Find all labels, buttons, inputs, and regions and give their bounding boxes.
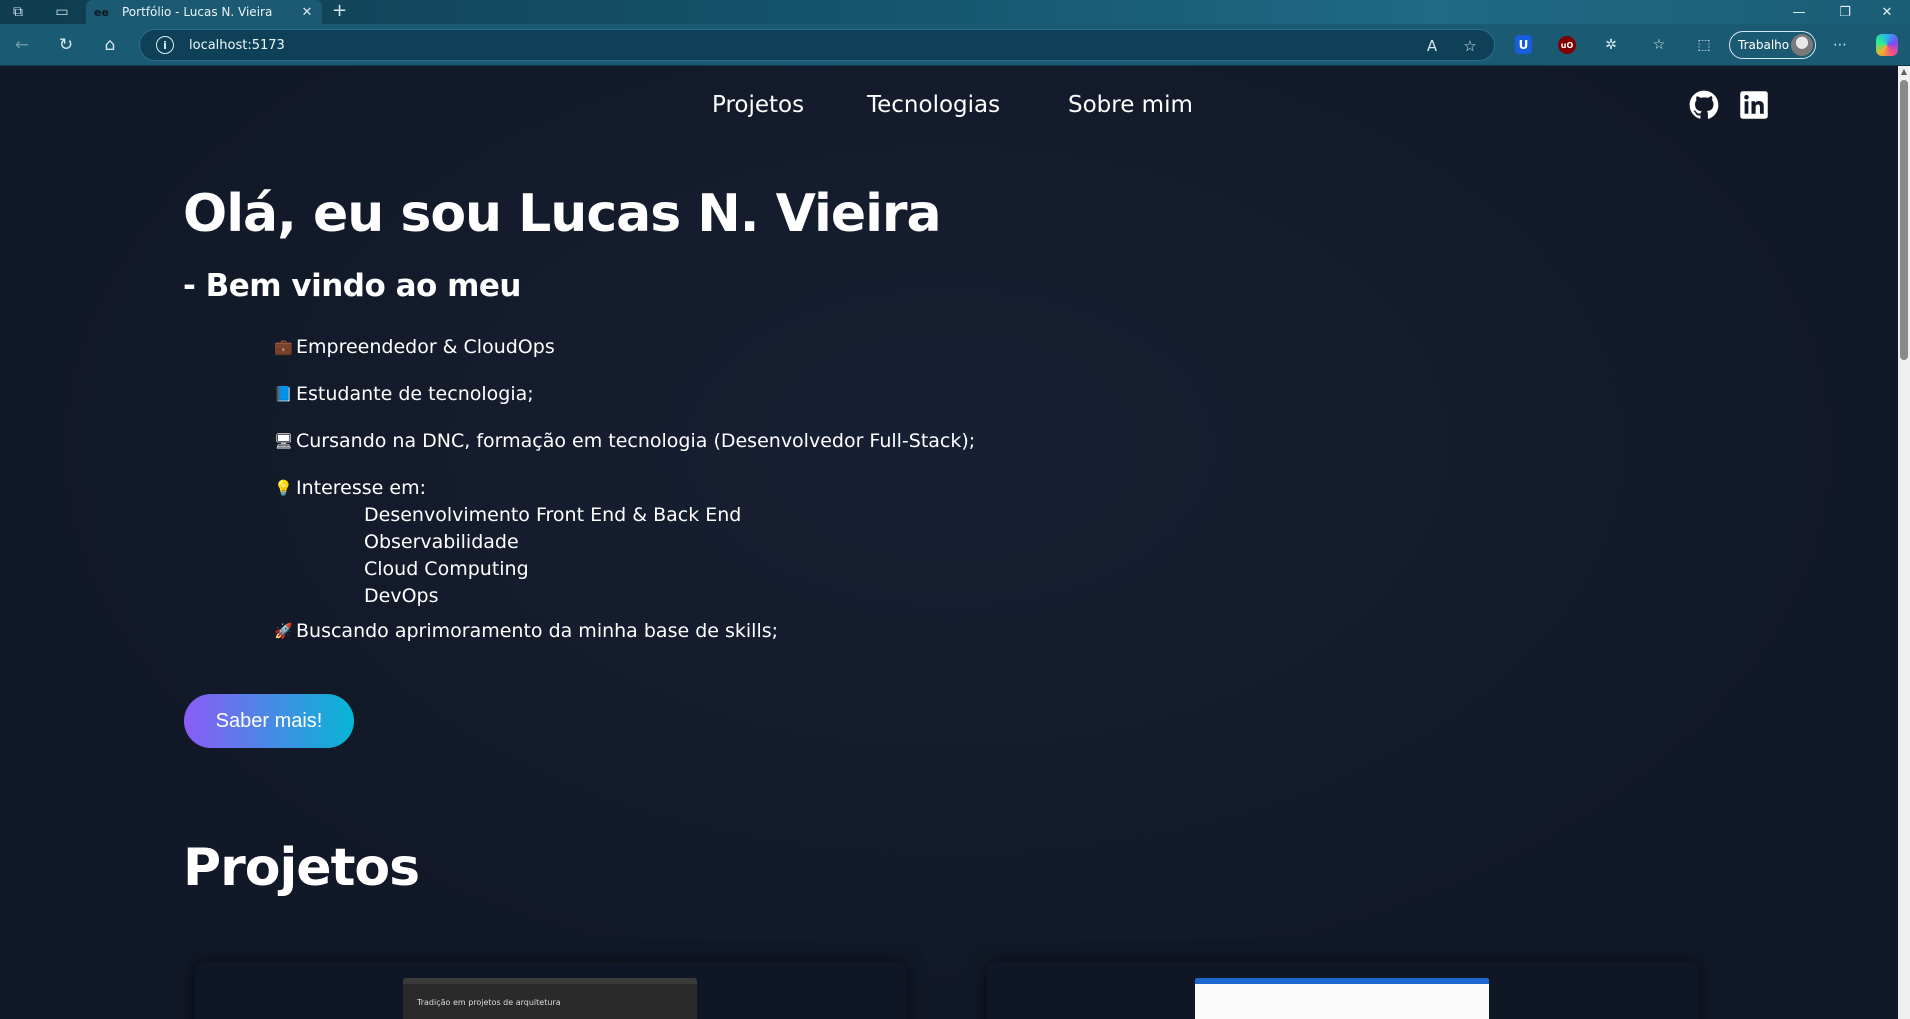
fact-text: Cursando na DNC, formação em tecnologia … [296, 430, 976, 452]
site-info-icon[interactable]: i [156, 36, 174, 54]
workspaces-icon[interactable]: ⧉ [8, 2, 28, 22]
nav-link-projetos[interactable]: Projetos [712, 92, 804, 118]
read-aloud-icon[interactable]: A [1422, 36, 1442, 56]
home-icon[interactable]: ⌂ [98, 33, 122, 57]
projects-heading: Projetos [183, 838, 420, 898]
interests-list: Desenvolvimento Front End & Back End Obs… [364, 504, 741, 612]
copilot-icon[interactable] [1876, 34, 1898, 56]
profile-label: Trabalho [1738, 38, 1790, 52]
restore-icon[interactable]: ❐ [1822, 0, 1868, 24]
project-thumbnail [1195, 978, 1489, 1019]
project-thumbnail: Tradição em projetos de arquitetura [403, 978, 697, 1019]
thumbnail-title: Tradição em projetos de arquitetura [417, 998, 561, 1007]
profile-button[interactable]: Trabalho [1729, 31, 1816, 59]
hero-subtitle: - Bem vindo ao meu [183, 268, 522, 304]
tab-favicon-icon: ee [94, 6, 109, 19]
list-item: 🚀 Buscando aprimoramento da minha base d… [274, 620, 778, 642]
ublock-icon[interactable]: uO [1558, 36, 1576, 54]
fact-text: Buscando aprimoramento da minha base de … [296, 620, 779, 642]
book-icon: 📘 [274, 385, 293, 403]
minimize-icon[interactable]: — [1776, 0, 1822, 24]
nav-link-tecnologias[interactable]: Tecnologias [867, 92, 1000, 118]
browser-toolbar: ← ↻ ⌂ i localhost:5173 A ☆ U uO ✲ ☆ ⬚ Tr… [0, 24, 1910, 66]
saber-mais-button[interactable]: Saber mais! [184, 694, 354, 748]
linkedin-icon[interactable] [1739, 90, 1769, 120]
tab-title: Portfólio - Lucas N. Vieira [122, 5, 273, 19]
screenshot-icon[interactable]: ⬚ [1693, 34, 1715, 56]
favorite-star-icon[interactable]: ☆ [1460, 36, 1480, 56]
scrollbar-thumb[interactable] [1900, 80, 1908, 360]
list-item: 💼 Empreendedor & CloudOps [274, 336, 555, 358]
address-bar[interactable]: i localhost:5173 A ☆ [139, 29, 1495, 61]
address-url[interactable]: localhost:5173 [189, 38, 285, 53]
scroll-up-icon[interactable]: ▲ [1900, 68, 1908, 76]
window-close-icon[interactable]: ✕ [1864, 0, 1910, 24]
tab-close-icon[interactable]: ✕ [300, 5, 314, 20]
bitwarden-icon[interactable]: U [1515, 35, 1532, 54]
back-icon[interactable]: ← [10, 33, 34, 57]
hero-title: Olá, eu sou Lucas N. Vieira [183, 184, 942, 244]
interest-item: Desenvolvimento Front End & Back End [364, 504, 742, 526]
fact-text: Estudante de tecnologia; [296, 383, 534, 405]
profile-avatar [1791, 34, 1813, 56]
page-viewport: Projetos Tecnologias Sobre mim Olá, eu s… [0, 66, 1898, 1019]
list-item: 💡 Interesse em: [274, 477, 426, 499]
browser-tab-active[interactable]: ee Portfólio - Lucas N. Vieira ✕ [86, 0, 322, 24]
more-menu-icon[interactable]: ⋯ [1829, 34, 1851, 56]
top-nav: Projetos Tecnologias Sobre mim [0, 92, 1898, 132]
briefcase-icon: 💼 [274, 338, 293, 356]
interest-item: Cloud Computing [364, 558, 529, 580]
refresh-icon[interactable]: ↻ [54, 33, 78, 57]
tab-actions-icon[interactable]: ▭ [52, 2, 72, 22]
favorites-icon[interactable]: ☆ [1648, 34, 1670, 56]
nav-link-sobre-mim[interactable]: Sobre mim [1068, 92, 1193, 118]
desktop-icon: 🖥 [274, 432, 294, 450]
interest-item: Observabilidade [364, 531, 519, 553]
project-card[interactable]: Tradição em projetos de arquitetura [195, 962, 907, 1019]
list-item: 📘 Estudante de tecnologia; [274, 383, 534, 405]
browser-tab-bar: ⧉ ▭ ee Portfólio - Lucas N. Vieira ✕ + —… [0, 0, 1910, 24]
new-tab-icon[interactable]: + [332, 1, 347, 21]
github-icon[interactable] [1689, 90, 1719, 120]
thumbnail-bar [403, 978, 697, 984]
fact-text: Interesse em: [296, 477, 426, 499]
list-item: 🖥 Cursando na DNC, formação em tecnologi… [274, 430, 975, 452]
thumbnail-bar [1195, 978, 1489, 984]
page-scrollbar[interactable]: ▲ [1898, 66, 1910, 1019]
rocket-icon: 🚀 [274, 622, 293, 640]
project-card[interactable] [987, 962, 1699, 1019]
fact-text: Empreendedor & CloudOps [296, 336, 555, 358]
interest-item: DevOps [364, 585, 439, 607]
lightbulb-icon: 💡 [274, 479, 293, 497]
extensions-icon[interactable]: ✲ [1600, 34, 1622, 56]
